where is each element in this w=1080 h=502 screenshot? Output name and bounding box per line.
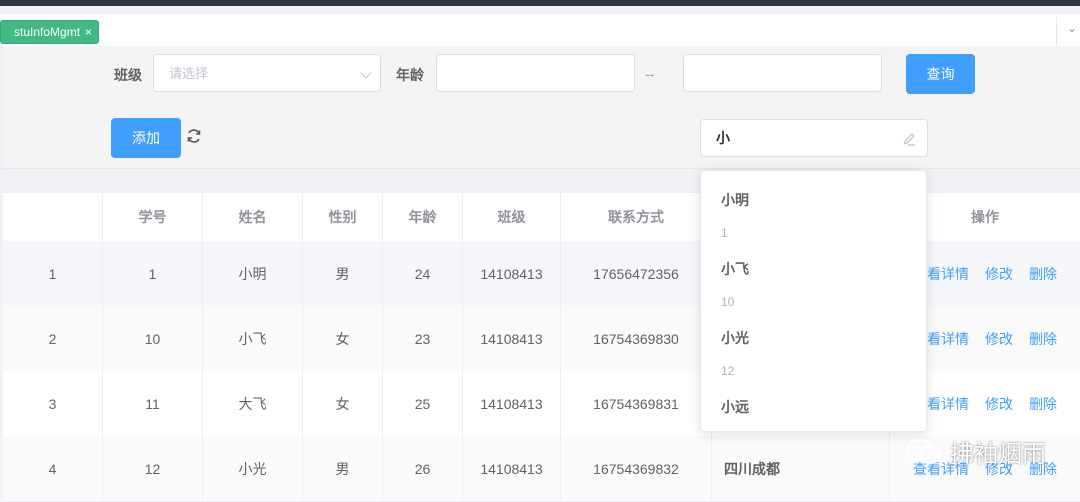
age-range-separator: -- bbox=[645, 66, 655, 82]
cell-student-id: 11 bbox=[103, 371, 203, 436]
chevron-down-icon bbox=[360, 67, 372, 79]
cell-age: 24 bbox=[383, 241, 463, 306]
edit-link[interactable]: 修改 bbox=[985, 394, 1013, 414]
tag-label: stuInfoMgmt bbox=[14, 25, 81, 39]
cell-contact: 16754369830 bbox=[561, 306, 712, 371]
cell-student-id: 12 bbox=[103, 436, 203, 501]
refresh-icon[interactable] bbox=[186, 128, 202, 144]
class-select-placeholder: 请选择 bbox=[169, 66, 209, 81]
age-to-input[interactable] bbox=[683, 54, 882, 92]
cell-address: 四川成都 bbox=[712, 436, 890, 501]
chevron-down-icon: ⌄ bbox=[1067, 21, 1078, 35]
cell-gender: 男 bbox=[303, 436, 383, 501]
header-name: 姓名 bbox=[203, 193, 303, 241]
suggestion-name[interactable]: 小光 bbox=[721, 328, 749, 348]
autocomplete-suggestions: 小明 1 小飞 10 小光 12 小远 bbox=[700, 170, 927, 432]
cell-gender: 男 bbox=[303, 241, 383, 306]
class-label: 班级 bbox=[114, 67, 142, 83]
age-from-input[interactable] bbox=[436, 54, 635, 92]
header-index bbox=[3, 193, 103, 241]
tags-bar: stuInfoMgmt × ⌄ bbox=[0, 14, 1080, 46]
edit-icon bbox=[903, 133, 915, 146]
cell-student-id: 10 bbox=[103, 306, 203, 371]
cell-age: 25 bbox=[383, 371, 463, 436]
cell-index: 2 bbox=[3, 306, 103, 371]
cell-class: 14108413 bbox=[463, 306, 561, 371]
cell-class: 14108413 bbox=[463, 436, 561, 501]
header-age: 年龄 bbox=[383, 193, 463, 241]
cell-name: 小飞 bbox=[203, 306, 303, 371]
query-button[interactable]: 查询 bbox=[906, 54, 975, 94]
cell-class: 14108413 bbox=[463, 371, 561, 436]
cell-age: 23 bbox=[383, 306, 463, 371]
cell-student-id: 1 bbox=[103, 241, 203, 306]
edit-link[interactable]: 修改 bbox=[985, 264, 1013, 284]
edit-link[interactable]: 修改 bbox=[985, 329, 1013, 349]
autocomplete-value: 小 bbox=[716, 130, 730, 146]
cell-contact: 16754369832 bbox=[561, 436, 712, 501]
cell-name: 小光 bbox=[203, 436, 303, 501]
cell-contact: 17656472356 bbox=[561, 241, 712, 306]
cell-name: 大飞 bbox=[203, 371, 303, 436]
delete-link[interactable]: 删除 bbox=[1029, 264, 1057, 284]
suggestion-name[interactable]: 小明 bbox=[721, 190, 749, 210]
suggestion-id: 12 bbox=[721, 364, 735, 378]
cell-class: 14108413 bbox=[463, 241, 561, 306]
suggestion-name[interactable]: 小远 bbox=[721, 397, 749, 417]
delete-link[interactable]: 删除 bbox=[1029, 394, 1057, 414]
header-gender: 性别 bbox=[303, 193, 383, 241]
name-autocomplete-input[interactable]: 小 bbox=[700, 119, 928, 157]
tag-close-icon[interactable]: × bbox=[85, 20, 92, 44]
cell-index: 4 bbox=[3, 436, 103, 501]
add-button[interactable]: 添加 bbox=[111, 118, 181, 158]
class-select[interactable]: 请选择 bbox=[153, 54, 381, 92]
tags-scroll-button[interactable]: ⌄ bbox=[1056, 17, 1080, 45]
suggestion-id: 10 bbox=[721, 295, 735, 309]
watermark: 拂袖烟雨 bbox=[904, 434, 1046, 469]
suggestion-name[interactable]: 小飞 bbox=[721, 259, 749, 279]
suggestion-id: 1 bbox=[721, 226, 728, 240]
header-contact: 联系方式 bbox=[561, 193, 712, 241]
cell-index: 3 bbox=[3, 371, 103, 436]
cell-contact: 16754369831 bbox=[561, 371, 712, 436]
cell-age: 26 bbox=[383, 436, 463, 501]
tag-stuinfomgmt[interactable]: stuInfoMgmt × bbox=[0, 20, 100, 44]
top-nav-bar bbox=[0, 0, 1080, 6]
wechat-icon bbox=[906, 438, 941, 464]
cell-name: 小明 bbox=[203, 241, 303, 306]
watermark-text: 拂袖烟雨 bbox=[950, 441, 1046, 468]
delete-link[interactable]: 删除 bbox=[1029, 329, 1057, 349]
cell-gender: 女 bbox=[303, 306, 383, 371]
cell-index: 1 bbox=[3, 241, 103, 306]
header-student-id: 学号 bbox=[103, 193, 203, 241]
age-label: 年龄 bbox=[396, 67, 424, 83]
cell-gender: 女 bbox=[303, 371, 383, 436]
header-class: 班级 bbox=[463, 193, 561, 241]
